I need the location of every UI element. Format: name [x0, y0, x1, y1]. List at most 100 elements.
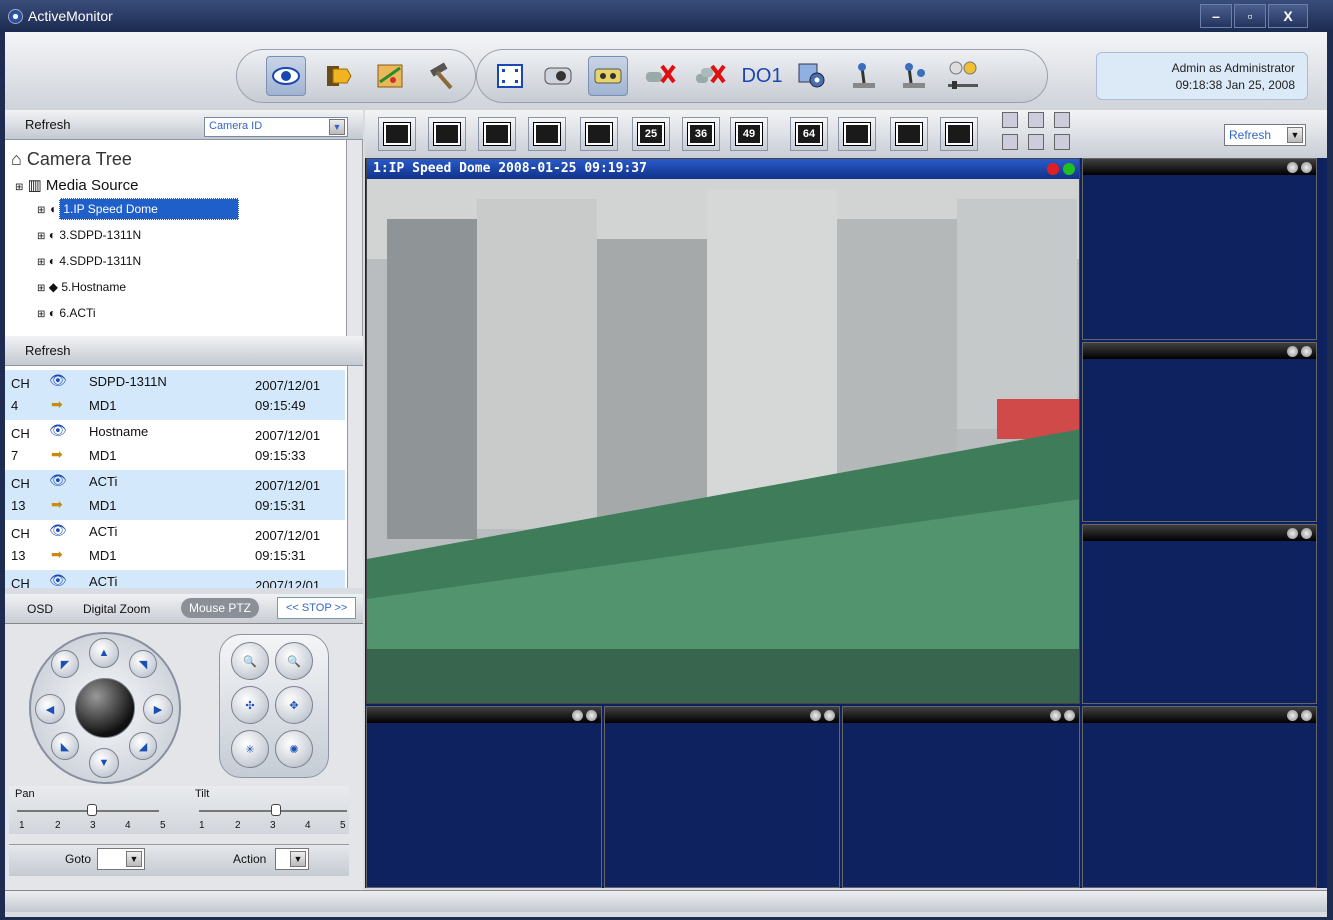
event-refresh-button[interactable]: Refresh	[25, 343, 71, 358]
video-pane[interactable]	[1082, 524, 1317, 704]
rotate-small-icon[interactable]	[1002, 134, 1018, 150]
tilt-slider-handle[interactable]	[271, 804, 281, 816]
event-row[interactable]: CH 4 👁 ➡ SDPD-1311N MD1 2007/12/01 09:15…	[5, 370, 345, 420]
tree-media-source[interactable]: ⊞ ▥ Media Source	[15, 176, 138, 194]
grid-small-icon[interactable]	[1028, 134, 1044, 150]
layout-button[interactable]: 49	[730, 117, 768, 151]
map-icon[interactable]	[370, 56, 410, 96]
goto-select[interactable]: ▼	[97, 848, 145, 870]
layout-button[interactable]: 36	[682, 117, 720, 151]
layout-button[interactable]	[478, 117, 516, 151]
grid-small-icon[interactable]	[1002, 112, 1018, 128]
grid-small-icon[interactable]	[1054, 134, 1070, 150]
settings-icon[interactable]	[792, 56, 832, 96]
digital-output-icon[interactable]: DO1	[740, 56, 784, 96]
tab-osd[interactable]: OSD	[27, 602, 53, 616]
tab-mouse-ptz[interactable]: Mouse PTZ	[181, 598, 260, 618]
restore-button[interactable]: ▫	[1234, 4, 1266, 28]
expand-icon[interactable]: ⊞	[15, 182, 23, 193]
joystick-icon[interactable]	[844, 56, 884, 96]
tree-node-camera[interactable]: ⊞ ◐ 6.ACTi	[37, 306, 96, 320]
video-pane[interactable]	[1082, 706, 1317, 888]
layout-button[interactable]	[428, 117, 466, 151]
minimize-button[interactable]: –	[1200, 4, 1232, 28]
arrow-left-icon[interactable]: ◀	[35, 694, 65, 724]
disconnect-all-icon[interactable]	[690, 56, 730, 96]
expand-icon[interactable]: ⊞	[37, 309, 45, 320]
tab-digital-zoom[interactable]: Digital Zoom	[83, 602, 150, 616]
arrow-right-icon[interactable]: ▶	[143, 694, 173, 724]
event-row[interactable]: CH 13 👁 ➡ ACTi MD1 2007/12/01 09:15:31	[5, 520, 345, 570]
video-pane[interactable]	[604, 706, 840, 888]
zoom-out-icon[interactable]: 🔍	[231, 642, 269, 680]
ptz-control-icon[interactable]	[894, 56, 934, 96]
tree-node-camera[interactable]: ⊞ ◐ 4.SDPD-1311N	[37, 254, 141, 268]
focus-far-icon[interactable]: ✥	[275, 686, 313, 724]
expand-icon[interactable]: ⊞	[37, 205, 45, 216]
expand-icon[interactable]: ⊞	[37, 257, 45, 268]
pane-status-icon	[1047, 710, 1075, 724]
iris-close-icon[interactable]: ✳	[231, 730, 269, 768]
event-row[interactable]: CH 13 👁 ➡ ACTi MD1 2007/12/01 09:15:31	[5, 470, 345, 520]
layout-button[interactable]	[838, 117, 876, 151]
video-pane[interactable]	[366, 706, 602, 888]
layout-button[interactable]	[528, 117, 566, 151]
audio-icon[interactable]	[944, 56, 984, 96]
expand-icon[interactable]: ⊞	[37, 283, 45, 294]
camera-sort-select[interactable]: Camera ID ▼	[204, 117, 348, 137]
camera-refresh-button[interactable]: Refresh	[25, 117, 71, 132]
iris-open-icon[interactable]: ✺	[275, 730, 313, 768]
pane-status-icon	[1284, 346, 1312, 360]
focus-near-icon[interactable]: ✣	[231, 686, 269, 724]
event-scrollbar[interactable]	[347, 366, 363, 588]
zoom-in-icon[interactable]: 🔍	[275, 642, 313, 680]
stop-button[interactable]: << STOP >>	[277, 597, 357, 619]
action-select[interactable]: ▼	[275, 848, 309, 870]
grid-small-icon[interactable]	[1028, 112, 1044, 128]
layout-button[interactable]	[940, 117, 978, 151]
video-pane[interactable]	[1082, 158, 1317, 340]
tag-icon: ➡	[51, 546, 63, 562]
layout-refresh-select[interactable]: Refresh ▼	[1224, 124, 1306, 146]
layout-button[interactable]: 25	[632, 117, 670, 151]
pan-tick: 3	[90, 820, 96, 831]
arrow-down-icon[interactable]: ▼	[89, 748, 119, 778]
event-row[interactable]: CH 👁 ACTi 2007/12/01	[5, 570, 345, 588]
fullscreen-icon[interactable]	[490, 56, 530, 96]
status-video-icon[interactable]	[1063, 163, 1075, 175]
grid-small-icon[interactable]	[1054, 112, 1070, 128]
layout-button[interactable]	[378, 117, 416, 151]
close-button[interactable]: X	[1268, 4, 1308, 28]
pan-slider-handle[interactable]	[87, 804, 97, 816]
live-view-eye-icon[interactable]	[266, 56, 306, 96]
record-icon[interactable]	[588, 56, 628, 96]
video-pane[interactable]	[842, 706, 1080, 888]
video-pane[interactable]	[1082, 342, 1317, 522]
event-ch: CH	[11, 476, 30, 491]
event-type: MD1	[89, 498, 117, 513]
ptz-home-button[interactable]	[75, 678, 135, 738]
arrow-up-icon[interactable]: ▲	[89, 638, 119, 668]
tree-scrollbar[interactable]	[346, 140, 362, 336]
event-tag-icon[interactable]	[318, 56, 358, 96]
hammer-icon[interactable]	[420, 56, 460, 96]
arrow-up-right-icon[interactable]: ◥	[129, 650, 157, 678]
layout-button[interactable]	[580, 117, 618, 151]
main-video-pane[interactable]: 1:IP Speed Dome 2008-01-25 09:19:37	[366, 158, 1080, 704]
event-time: 09:15:33	[255, 448, 306, 463]
layout-grid-icon: 49	[735, 122, 763, 146]
tree-node-camera[interactable]: ⊞ ◐ 3.SDPD-1311N	[37, 228, 141, 242]
layout-button[interactable]: 64	[790, 117, 828, 151]
disconnect-icon[interactable]	[640, 56, 680, 96]
close-video-icon[interactable]	[1047, 163, 1059, 175]
tree-node-camera[interactable]: ⊞ ◖ 1.IP Speed Dome	[37, 198, 239, 220]
event-row[interactable]: CH 7 👁 ➡ Hostname MD1 2007/12/01 09:15:3…	[5, 420, 345, 470]
snapshot-camera-icon[interactable]	[538, 56, 578, 96]
arrow-down-right-icon[interactable]: ◢	[129, 732, 157, 760]
arrow-down-left-icon[interactable]: ◣	[51, 732, 79, 760]
tree-node-camera[interactable]: ⊞ ◆ 5.Hostname	[37, 280, 126, 294]
layout-button[interactable]	[890, 117, 928, 151]
video-pane-header	[605, 707, 839, 723]
expand-icon[interactable]: ⊞	[37, 231, 45, 242]
arrow-up-left-icon[interactable]: ◤	[51, 650, 79, 678]
